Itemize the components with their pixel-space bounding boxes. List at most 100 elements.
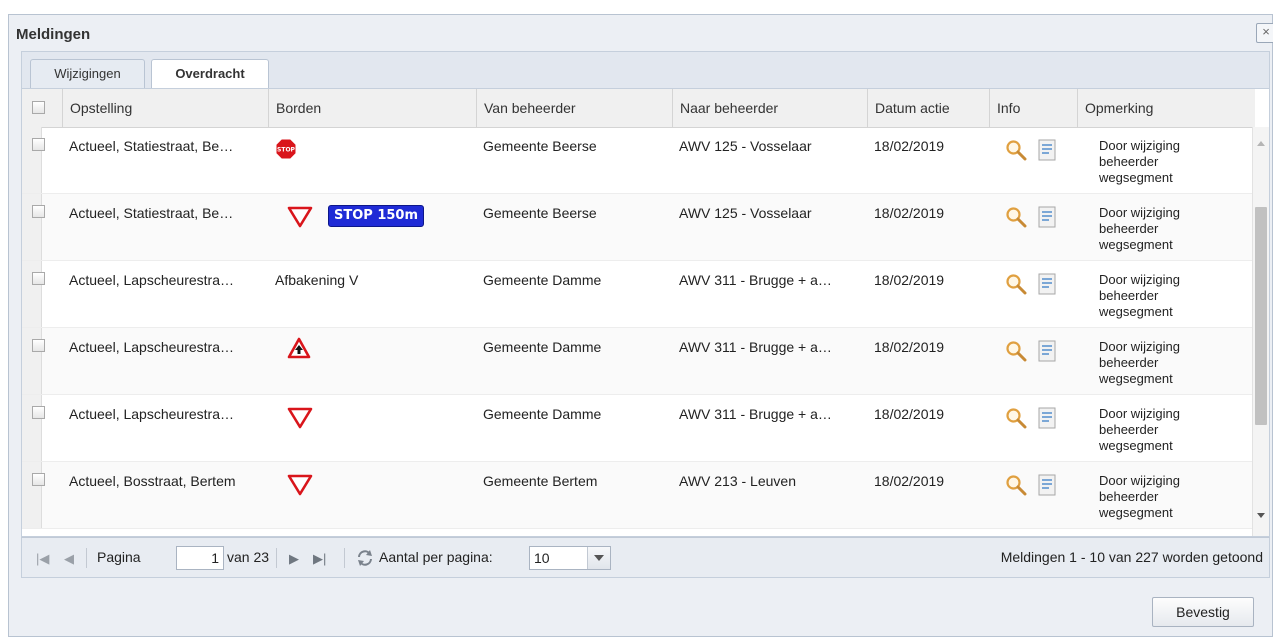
dialog-title: Meldingen — [16, 25, 91, 43]
opmerking-line: beheerder — [1099, 288, 1159, 303]
cell-datum: 18/02/2019 — [874, 272, 945, 288]
cell-opstelling: Actueel, Statiestraat, Be… — [69, 138, 234, 154]
first-page-icon[interactable]: |◀ — [36, 551, 49, 567]
col-van-beheerder[interactable]: Van beheerder — [476, 89, 672, 127]
magnifier-icon[interactable] — [1005, 139, 1027, 161]
opmerking-line: wegsegment — [1099, 505, 1173, 520]
table-row[interactable]: Actueel, Lapscheurestra… Afbakening V Ge… — [22, 261, 1255, 328]
per-page-value: 10 — [534, 550, 550, 566]
opmerking-line: Door wijziging — [1099, 272, 1180, 287]
opmerking-line: wegsegment — [1099, 237, 1173, 252]
cell-opstelling: Actueel, Statiestraat, Be… — [69, 205, 234, 221]
scroll-down-icon[interactable] — [1257, 513, 1265, 518]
col-opmerking[interactable]: Opmerking — [1077, 89, 1255, 127]
page-number-input[interactable]: 1 — [176, 546, 224, 570]
grid-header: Opstelling Borden Van beheerder Naar beh… — [22, 89, 1255, 128]
magnifier-icon[interactable] — [1005, 407, 1027, 429]
separator — [86, 548, 87, 568]
table-row[interactable]: Actueel, Lapscheurestra… Gemeente Damme … — [22, 395, 1255, 462]
chevron-down-icon[interactable] — [587, 547, 610, 569]
row-checkbox[interactable] — [32, 406, 45, 419]
opmerking-line: wegsegment — [1099, 371, 1173, 386]
meldingen-dialog: Meldingen × Wijzigingen Overdracht Opste… — [8, 14, 1273, 637]
table-row[interactable]: Actueel, Statiestraat, Be… STOP 150m Gem… — [22, 194, 1255, 261]
cell-van-beheerder: Gemeente Damme — [483, 406, 602, 422]
close-icon[interactable]: × — [1256, 23, 1273, 43]
next-page-icon[interactable]: ▶ — [289, 551, 299, 567]
tab-wijzigingen[interactable]: Wijzigingen — [30, 59, 145, 89]
tab-overdracht[interactable]: Overdracht — [151, 59, 269, 90]
row-checkbox[interactable] — [32, 205, 45, 218]
document-icon[interactable] — [1038, 139, 1056, 161]
cell-datum: 18/02/2019 — [874, 473, 945, 489]
tab-strip: Wijzigingen Overdracht — [21, 51, 1270, 90]
row-checkbox[interactable] — [32, 339, 45, 352]
grid-scrollbar[interactable] — [1252, 127, 1269, 536]
cell-borden: Afbakening V — [275, 272, 359, 288]
document-icon[interactable] — [1038, 206, 1056, 228]
cell-naar-beheerder: AWV 125 - Vosselaar — [679, 205, 812, 221]
refresh-icon[interactable] — [355, 548, 375, 568]
opmerking-line: beheerder — [1099, 422, 1159, 437]
row-gutter — [22, 328, 42, 394]
row-gutter — [22, 261, 42, 327]
per-page-select[interactable]: 10 — [529, 546, 611, 570]
opmerking-line: wegsegment — [1099, 170, 1173, 185]
row-checkbox[interactable] — [32, 272, 45, 285]
cell-opmerking: Door wijziging beheerder wegsegment — [1099, 473, 1249, 521]
row-gutter — [22, 462, 42, 528]
col-datum-actie[interactable]: Datum actie — [867, 89, 989, 127]
table-row[interactable]: Actueel, Lapscheurestra… Gemeente Damme … — [22, 328, 1255, 395]
table-row[interactable]: Actueel, Bosstraat, Bertem Gemeente Bert… — [22, 462, 1255, 529]
col-naar-beheerder[interactable]: Naar beheerder — [672, 89, 867, 127]
cell-datum: 18/02/2019 — [874, 205, 945, 221]
magnifier-icon[interactable] — [1005, 273, 1027, 295]
cell-naar-beheerder: AWV 311 - Brugge + a… — [679, 339, 832, 355]
per-page-label: Aantal per pagina: — [379, 549, 493, 565]
opmerking-line: beheerder — [1099, 355, 1159, 370]
pagina-label: Pagina — [97, 549, 141, 565]
prev-page-icon[interactable]: ◀ — [64, 551, 74, 567]
stop-150m-sign: STOP 150m — [328, 205, 425, 227]
magnifier-icon[interactable] — [1005, 340, 1027, 362]
cell-opmerking: Door wijziging beheerder wegsegment — [1099, 406, 1249, 454]
cell-van-beheerder: Gemeente Damme — [483, 339, 602, 355]
document-icon[interactable] — [1038, 273, 1056, 295]
meldingen-grid: Opstelling Borden Van beheerder Naar beh… — [21, 88, 1270, 537]
row-checkbox[interactable] — [32, 473, 45, 486]
dialog-footer: Bevestig — [9, 584, 1272, 636]
col-info[interactable]: Info — [989, 89, 1077, 127]
magnifier-icon[interactable] — [1005, 206, 1027, 228]
bevestig-button[interactable]: Bevestig — [1152, 597, 1254, 627]
cell-naar-beheerder: AWV 311 - Brugge + a… — [679, 406, 832, 422]
document-icon[interactable] — [1038, 407, 1056, 429]
warning-sign-icon — [287, 337, 311, 359]
cell-van-beheerder: Gemeente Damme — [483, 272, 602, 288]
scroll-up-icon[interactable] — [1257, 141, 1265, 146]
cell-naar-beheerder: AWV 311 - Brugge + a… — [679, 272, 832, 288]
magnifier-icon[interactable] — [1005, 474, 1027, 496]
select-all-checkbox[interactable] — [32, 101, 45, 114]
cell-van-beheerder: Gemeente Beerse — [483, 138, 597, 154]
paging-status: Meldingen 1 - 10 van 227 worden getoond — [1000, 549, 1263, 565]
cell-datum: 18/02/2019 — [874, 406, 945, 422]
give-way-sign-icon — [287, 474, 313, 496]
document-icon[interactable] — [1038, 474, 1056, 496]
col-borden[interactable]: Borden — [268, 89, 476, 127]
cell-opmerking: Door wijziging beheerder wegsegment — [1099, 205, 1249, 253]
row-checkbox[interactable] — [32, 138, 45, 151]
col-opstelling[interactable]: Opstelling — [62, 89, 268, 127]
opmerking-line: Door wijziging — [1099, 138, 1180, 153]
scrollbar-thumb[interactable] — [1255, 207, 1267, 425]
row-gutter — [22, 194, 42, 260]
row-gutter — [22, 127, 42, 193]
opmerking-line: beheerder — [1099, 154, 1159, 169]
document-icon[interactable] — [1038, 340, 1056, 362]
stop-sign-text: STOP — [277, 147, 296, 154]
last-page-icon[interactable]: ▶| — [313, 551, 326, 567]
page-count-label: van 23 — [227, 549, 270, 565]
opmerking-line: Door wijziging — [1099, 473, 1180, 488]
table-row[interactable]: Actueel, Statiestraat, Be… STOP Gemeente… — [22, 127, 1255, 194]
opmerking-line: Door wijziging — [1099, 339, 1180, 354]
row-gutter — [22, 395, 42, 461]
